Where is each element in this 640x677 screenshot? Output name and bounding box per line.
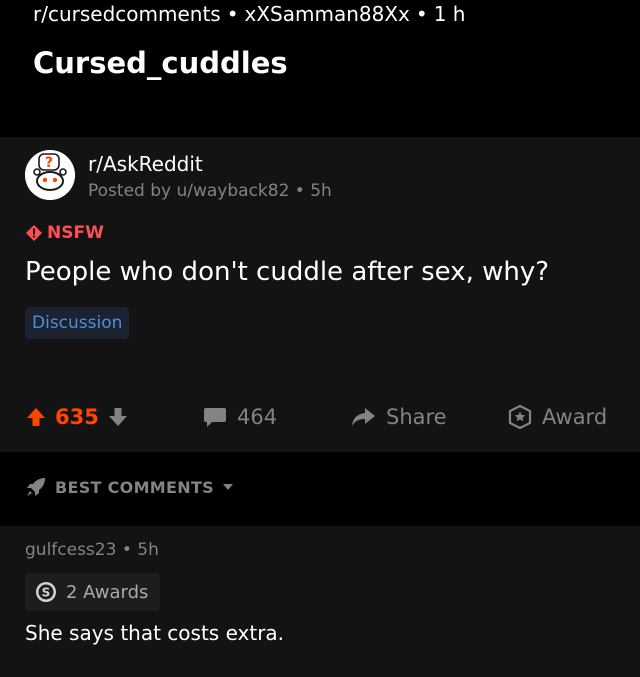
upvote-icon[interactable] xyxy=(25,406,47,428)
svg-text:S: S xyxy=(42,586,51,600)
award-icon xyxy=(508,405,532,429)
caret-down-icon xyxy=(222,484,233,490)
dot-separator: • xyxy=(226,2,239,26)
comment[interactable]: gulfcess23 • 5h S 2 Awards She says that… xyxy=(0,526,640,677)
crossposted-card[interactable]: ? r/AskReddit Posted by u/wayback82 • 5h… xyxy=(0,137,640,452)
award-button[interactable]: Award xyxy=(508,392,607,442)
awards-label: 2 Awards xyxy=(66,581,149,603)
silver-award-icon: S xyxy=(36,582,56,602)
post-action-bar: 635 464 Share Award xyxy=(0,392,640,442)
share-label: Share xyxy=(386,405,447,429)
comment-sort-bar: BEST COMMENTS xyxy=(0,452,640,526)
nsfw-label: NSFW xyxy=(47,223,104,243)
comment-icon xyxy=(204,408,226,427)
post-flair[interactable]: Discussion xyxy=(25,307,130,339)
header-subreddit[interactable]: r/cursedcomments xyxy=(33,2,221,26)
awards-badge[interactable]: S 2 Awards xyxy=(25,573,161,611)
vote-control: 635 xyxy=(25,392,129,442)
header-author[interactable]: xXSamman88Xx xyxy=(245,2,410,26)
card-subreddit[interactable]: r/AskReddit xyxy=(88,152,203,176)
sort-dropdown[interactable]: BEST COMMENTS xyxy=(25,476,234,498)
posted-by-line[interactable]: Posted by u/wayback82 • 5h xyxy=(88,181,332,201)
sort-label: BEST COMMENTS xyxy=(55,477,214,497)
award-label: Award xyxy=(542,405,608,429)
comment-author-line[interactable]: gulfcess23 • 5h xyxy=(25,540,159,560)
share-button[interactable]: Share xyxy=(350,392,447,442)
downvote-icon[interactable] xyxy=(107,406,129,428)
question-avatar-icon[interactable]: ? xyxy=(25,150,75,200)
comments-button[interactable]: 464 xyxy=(203,392,277,442)
rocket-icon xyxy=(27,478,45,496)
dot-separator: • xyxy=(415,2,428,26)
svg-text:?: ? xyxy=(45,155,53,171)
nsfw-tag: NSFW xyxy=(25,223,104,243)
comment-count: 464 xyxy=(237,405,278,429)
crosspost-header: r/cursedcomments • xXSamman88Xx • 1 h Cursed… xyxy=(0,0,640,137)
page-title: Cursed_cuddles xyxy=(33,46,288,80)
share-icon xyxy=(352,408,375,426)
header-age: 1 h xyxy=(433,2,466,26)
post-meta-line: r/cursedcomments • xXSamman88Xx • 1 h xyxy=(33,2,465,26)
comment-body: She says that costs extra. xyxy=(25,621,285,645)
nsfw-diamond-icon xyxy=(26,225,42,241)
post-title[interactable]: People who don't cuddle after sex, why? xyxy=(25,257,549,287)
vote-score: 635 xyxy=(55,405,99,429)
